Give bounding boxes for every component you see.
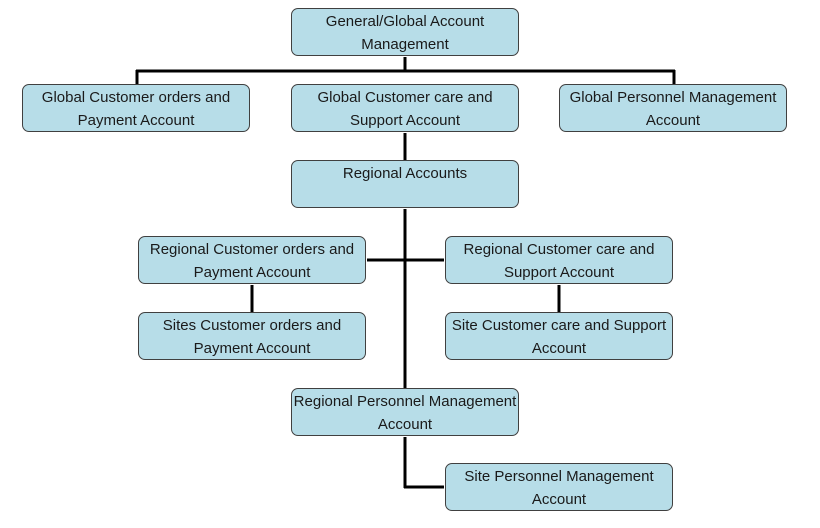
node-sites-orders: Sites Customer orders and Payment Accoun… (138, 312, 366, 360)
node-regional-orders: Regional Customer orders and Payment Acc… (138, 236, 366, 284)
node-global-personnel: Global Personnel Management Account (559, 84, 787, 132)
node-regional-accounts: Regional Accounts (291, 160, 519, 208)
connectors (135, 57, 676, 489)
node-general-account: General/Global Account Management (291, 8, 519, 56)
node-global-orders: Global Customer orders and Payment Accou… (22, 84, 250, 132)
node-global-care: Global Customer care and Support Account (291, 84, 519, 132)
org-chart: General/Global Account Management Global… (0, 0, 820, 528)
node-regional-personnel: Regional Personnel Management Account (291, 388, 519, 436)
node-regional-care: Regional Customer care and Support Accou… (445, 236, 673, 284)
node-site-care: Site Customer care and Support Account (445, 312, 673, 360)
node-site-personnel: Site Personnel Management Account (445, 463, 673, 511)
